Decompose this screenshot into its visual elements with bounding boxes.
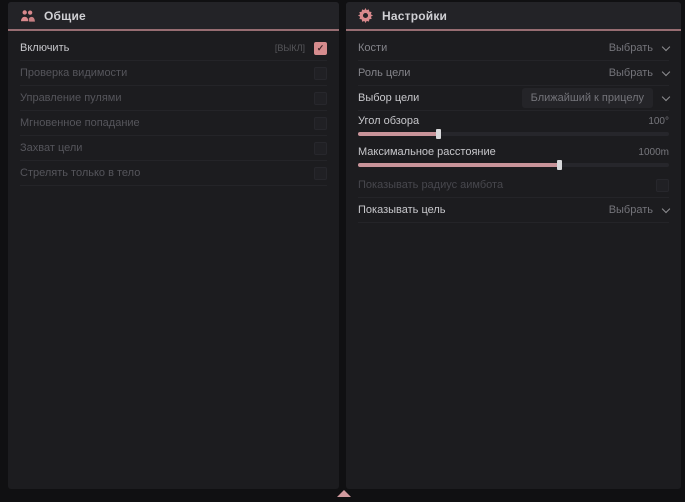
chevron-down-icon <box>662 42 670 50</box>
row-bones-label: Кости <box>358 42 387 54</box>
row-show-aimbot-radius-label: Показывать радиус аимбота <box>358 179 503 191</box>
target-selection-dropdown[interactable]: Ближайший к прицелу <box>522 88 669 108</box>
enable-checkbox[interactable] <box>314 42 327 55</box>
panel-settings: Настройки Кости Выбрать Роль цели Выбрат… <box>346 2 681 489</box>
row-fov-label: Угол обзора <box>358 115 419 127</box>
panel-settings-title: Настройки <box>382 9 447 23</box>
row-bullet-control-label: Управление пулями <box>20 92 122 104</box>
bullet-control-checkbox[interactable] <box>314 92 327 105</box>
visibility-check-checkbox[interactable] <box>314 67 327 80</box>
row-target-selection: Выбор цели Ближайший к прицелу <box>358 86 669 111</box>
gear-icon <box>358 8 373 23</box>
show-aimbot-radius-checkbox[interactable] <box>656 179 669 192</box>
max-distance-slider-fill <box>358 163 560 167</box>
fov-slider-thumb[interactable] <box>436 129 441 139</box>
row-max-distance-label: Максимальное расстояние <box>358 146 496 158</box>
panel-general: Общие Включить [ВЫКЛ] Проверка видимости… <box>8 2 339 489</box>
row-fov: Угол обзора 100° <box>358 111 669 142</box>
users-icon <box>20 9 35 23</box>
panel-general-header: Общие <box>8 2 339 31</box>
row-bones: Кости Выбрать <box>358 36 669 61</box>
fov-slider[interactable] <box>358 132 669 136</box>
row-show-aimbot-radius: Показывать радиус аимбота <box>358 173 669 198</box>
panel-general-title: Общие <box>44 9 86 23</box>
fov-slider-fill <box>358 132 439 136</box>
chevron-down-icon <box>662 67 670 75</box>
chevron-down-icon <box>662 92 670 100</box>
row-bullet-control: Управление пулями <box>20 86 327 111</box>
panel-settings-header: Настройки <box>346 2 681 31</box>
row-visibility-check-label: Проверка видимости <box>20 67 127 79</box>
row-target-role-label: Роль цели <box>358 67 410 79</box>
target-role-dropdown[interactable]: Выбрать <box>609 67 669 79</box>
target-selection-dropdown-value: Ближайший к прицелу <box>522 88 653 108</box>
show-target-dropdown-value: Выбрать <box>609 204 653 216</box>
panel-general-body: Включить [ВЫКЛ] Проверка видимости Управ… <box>8 31 339 186</box>
body-only-checkbox[interactable] <box>314 167 327 180</box>
row-target-role: Роль цели Выбрать <box>358 61 669 86</box>
scroll-up-arrow-icon[interactable] <box>337 490 351 497</box>
row-visibility-check: Проверка видимости <box>20 61 327 86</box>
row-body-only: Стрелять только в тело <box>20 161 327 186</box>
row-body-only-label: Стрелять только в тело <box>20 167 140 179</box>
max-distance-slider-thumb[interactable] <box>557 160 562 170</box>
row-enable: Включить [ВЫКЛ] <box>20 36 327 61</box>
max-distance-value: 1000m <box>638 147 669 158</box>
instant-hit-checkbox[interactable] <box>314 117 327 130</box>
row-instant-hit: Мгновенное попадание <box>20 111 327 136</box>
row-target-selection-label: Выбор цели <box>358 92 419 104</box>
row-enable-label: Включить <box>20 42 69 54</box>
row-max-distance: Максимальное расстояние 1000m <box>358 142 669 173</box>
row-instant-hit-label: Мгновенное попадание <box>20 117 140 129</box>
chevron-down-icon <box>662 204 670 212</box>
panel-settings-body: Кости Выбрать Роль цели Выбрать Выбор це… <box>346 31 681 223</box>
row-target-lock: Захват цели <box>20 136 327 161</box>
max-distance-slider[interactable] <box>358 163 669 167</box>
row-show-target-label: Показывать цель <box>358 204 446 216</box>
keybind-tag: [ВЫКЛ] <box>275 43 305 53</box>
row-show-target: Показывать цель Выбрать <box>358 198 669 223</box>
bones-dropdown[interactable]: Выбрать <box>609 42 669 54</box>
target-lock-checkbox[interactable] <box>314 142 327 155</box>
target-role-dropdown-value: Выбрать <box>609 67 653 79</box>
row-target-lock-label: Захват цели <box>20 142 82 154</box>
show-target-dropdown[interactable]: Выбрать <box>609 204 669 216</box>
fov-value: 100° <box>648 116 669 127</box>
bones-dropdown-value: Выбрать <box>609 42 653 54</box>
